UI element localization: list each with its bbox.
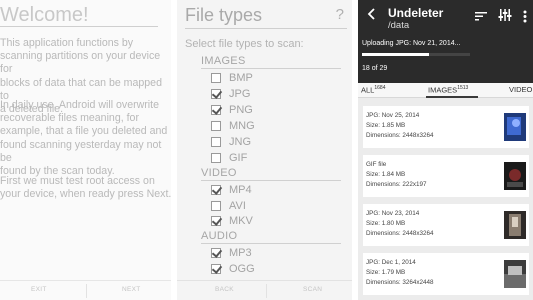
section-divider: [201, 68, 341, 69]
filetype-row[interactable]: MP4: [211, 183, 252, 197]
warning-paragraph: In daily use, Android will overwrite rec…: [0, 99, 168, 178]
file-types-panel: File types ? Select file types to scan: …: [177, 0, 355, 300]
file-name: JPG: Dec 1, 2014: [366, 259, 416, 266]
file-dimensions: Dimensions: 3264x2448: [366, 279, 434, 286]
filetype-label: GIF: [229, 152, 248, 164]
checkbox[interactable]: [211, 89, 221, 99]
tab-all-label: ALL: [361, 85, 375, 95]
title-divider: [0, 26, 158, 27]
filetype-label: MNG: [229, 120, 255, 132]
checkbox[interactable]: [211, 121, 221, 131]
upload-count: 18 of 29: [362, 65, 388, 72]
welcome-title: Welcome!: [0, 4, 89, 26]
filetype-row[interactable]: AVI: [211, 199, 246, 213]
checkbox[interactable]: [211, 248, 221, 258]
file-name: JPG: Nov 23, 2014: [366, 210, 420, 217]
more-vert-icon[interactable]: [523, 10, 527, 23]
filter-icon[interactable]: [498, 9, 512, 21]
section-images: IMAGES: [201, 55, 246, 67]
file-types-subtitle: Select file types to scan:: [185, 38, 304, 50]
tab-images-count: 1513: [457, 85, 469, 91]
filetype-label: BMP: [229, 72, 253, 84]
filetype-label: MP4: [229, 184, 252, 196]
file-thumbnail: [504, 260, 526, 288]
checkbox[interactable]: [211, 105, 221, 115]
filetype-label: MKV: [229, 215, 253, 227]
back-arrow-icon[interactable]: [366, 8, 378, 20]
tab-images[interactable]: IMAGES1513: [428, 85, 468, 95]
upload-status: Uploading JPG: Nov 21, 2014...: [362, 40, 461, 47]
welcome-panel: Welcome! This application functions by s…: [0, 0, 174, 300]
filetype-row[interactable]: JNG: [211, 135, 251, 149]
tab-bar: ALL1684 IMAGES1513 VIDEO: [358, 83, 533, 98]
current-path: /data: [388, 20, 410, 31]
filetype-row[interactable]: GIF: [211, 151, 247, 165]
file-thumbnail: [504, 211, 526, 239]
file-dimensions: Dimensions: 222x197: [366, 181, 427, 188]
file-name: GIF file: [366, 161, 387, 168]
filetype-label: PNG: [229, 104, 253, 116]
filetype-label: AVI: [229, 200, 246, 212]
checkbox[interactable]: [211, 185, 221, 195]
section-divider: [201, 243, 341, 244]
filetype-label: MP3: [229, 247, 252, 259]
footer-divider: [266, 284, 267, 298]
footer-divider: [86, 284, 87, 298]
section-divider: [201, 180, 341, 181]
upload-progress-bar: [362, 53, 470, 56]
wizard-footer: BACK SCAN: [177, 280, 352, 300]
scan-button[interactable]: SCAN: [303, 286, 322, 293]
filetype-row[interactable]: MKV: [211, 214, 253, 228]
file-dimensions: Dimensions: 2448x3264: [366, 132, 434, 139]
filetype-row[interactable]: MNG: [211, 119, 255, 133]
checkbox[interactable]: [211, 264, 221, 274]
filetype-row[interactable]: PNG: [211, 103, 253, 117]
undeleter-panel: Undeleter /data Uploading JPG: Nov 21, 2…: [358, 0, 533, 300]
checkbox[interactable]: [211, 137, 221, 147]
tab-images-label: IMAGES: [428, 85, 458, 95]
section-audio: AUDIO: [201, 230, 238, 242]
filetype-label: OGG: [229, 263, 255, 275]
list-item[interactable]: JPG: Dec 1, 2014 Size: 1.79 MB Dimension…: [363, 253, 529, 295]
title-divider: [185, 28, 347, 29]
file-types-title: File types: [185, 5, 263, 25]
filetype-row[interactable]: MP3: [211, 246, 252, 260]
file-name: JPG: Nov 25, 2014: [366, 112, 420, 119]
list-item[interactable]: JPG: Nov 25, 2014 Size: 1.85 MB Dimensio…: [363, 106, 529, 148]
checkbox[interactable]: [211, 153, 221, 163]
filetype-row[interactable]: JPG: [211, 87, 250, 101]
filetype-label: JPG: [229, 88, 251, 100]
next-button[interactable]: NEXT: [122, 286, 141, 293]
checkbox[interactable]: [211, 201, 221, 211]
file-dimensions: Dimensions: 2448x3264: [366, 230, 434, 237]
file-size: Size: 1.80 MB: [366, 220, 406, 227]
checkbox[interactable]: [211, 73, 221, 83]
exit-button[interactable]: EXIT: [31, 286, 47, 293]
help-icon[interactable]: ?: [336, 6, 344, 23]
tab-all[interactable]: ALL1684: [361, 85, 385, 95]
progress-fill: [362, 53, 429, 56]
checkbox[interactable]: [211, 216, 221, 226]
filetype-row[interactable]: OGG: [211, 262, 255, 276]
filetype-row[interactable]: BMP: [211, 71, 253, 85]
file-thumbnail: [504, 113, 526, 141]
wizard-footer: EXIT NEXT: [0, 280, 171, 300]
tab-video[interactable]: VIDEO: [509, 85, 532, 94]
list-item[interactable]: JPG: Nov 23, 2014 Size: 1.80 MB Dimensio…: [363, 204, 529, 246]
back-button[interactable]: BACK: [215, 286, 234, 293]
app-title: Undeleter: [388, 6, 444, 20]
file-thumbnail: [504, 162, 526, 190]
app-bar: Undeleter /data Uploading JPG: Nov 21, 2…: [358, 0, 533, 83]
section-video: VIDEO: [201, 167, 237, 179]
file-size: Size: 1.79 MB: [366, 269, 406, 276]
tab-all-count: 1684: [374, 85, 386, 91]
list-item[interactable]: GIF file Size: 1.84 MB Dimensions: 222x1…: [363, 155, 529, 197]
file-size: Size: 1.85 MB: [366, 122, 406, 129]
file-size: Size: 1.84 MB: [366, 171, 406, 178]
sort-icon[interactable]: [475, 11, 487, 21]
active-tab-indicator: [426, 96, 478, 98]
filetype-label: JNG: [229, 136, 251, 148]
instruction-paragraph: First we must test root access on your d…: [0, 175, 172, 201]
